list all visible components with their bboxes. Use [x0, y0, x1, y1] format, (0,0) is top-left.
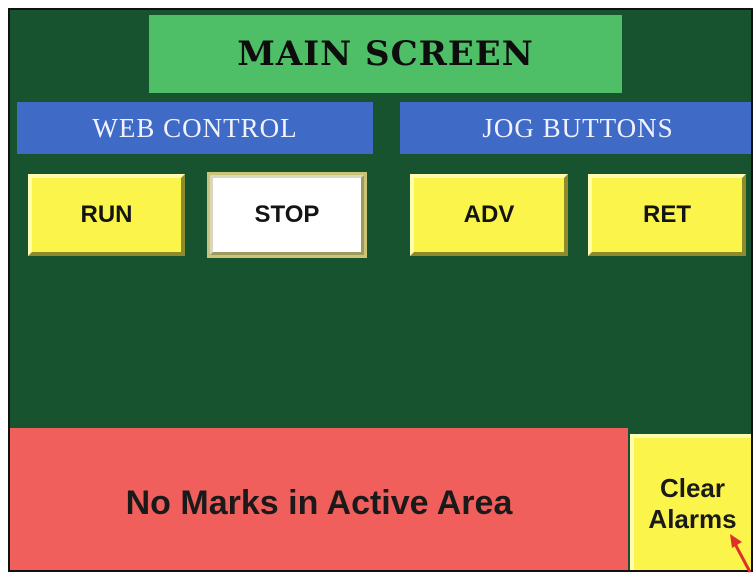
alarm-message: No Marks in Active Area: [125, 483, 513, 522]
ret-button[interactable]: RET: [588, 174, 746, 256]
stop-button-label: STOP: [254, 201, 320, 228]
annotation-arrow-icon: [730, 534, 752, 573]
clear-alarms-label-line2: Alarms: [648, 504, 737, 534]
run-button-label: RUN: [80, 201, 133, 228]
stop-button[interactable]: STOP: [207, 172, 367, 258]
adv-button-label: ADV: [463, 201, 515, 228]
ret-button-label: RET: [643, 201, 691, 228]
jog-buttons-header: JOG BUTTONS: [400, 102, 751, 154]
page-title: MAIN SCREEN: [237, 34, 534, 74]
alarm-banner: No Marks in Active Area: [10, 428, 628, 570]
web-control-label: WEB CONTROL: [92, 112, 298, 143]
adv-button[interactable]: ADV: [410, 174, 568, 256]
run-button[interactable]: RUN: [28, 174, 185, 256]
title-banner: MAIN SCREEN: [149, 15, 622, 93]
jog-buttons-label: JOG BUTTONS: [482, 112, 674, 143]
web-control-header: WEB CONTROL: [17, 102, 373, 154]
clear-alarms-label-line1: Clear: [659, 473, 726, 503]
hmi-main-screen: MAIN SCREEN WEB CONTROL JOG BUTTONS RUN …: [8, 8, 753, 572]
